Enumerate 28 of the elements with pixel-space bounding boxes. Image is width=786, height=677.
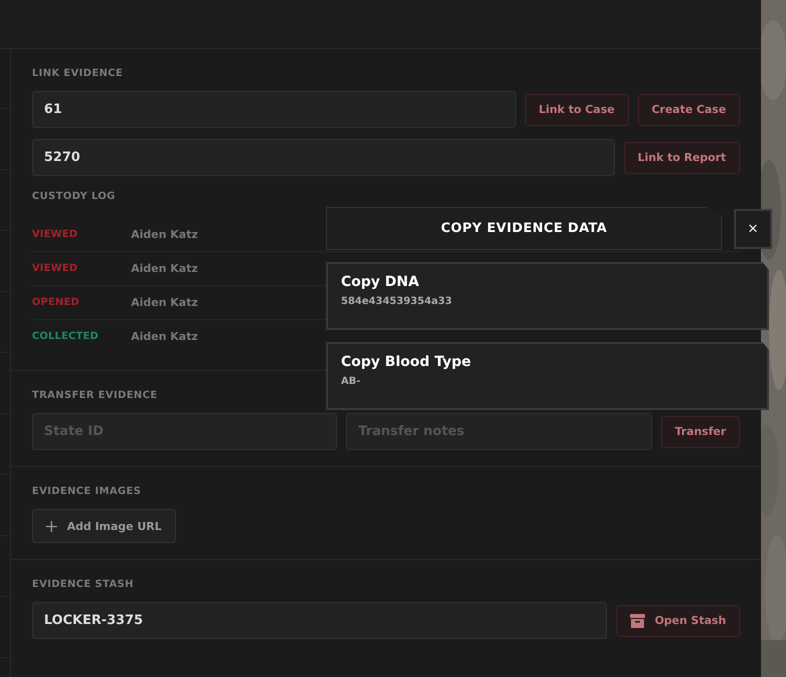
link-case-button[interactable]: Link to Case: [524, 94, 629, 126]
report-field[interactable]: 5270: [32, 139, 615, 176]
archive-box-icon: [630, 614, 645, 628]
plus-icon: [46, 520, 57, 532]
log-person: Aiden Katz: [130, 296, 198, 309]
close-button[interactable]: ×: [734, 208, 772, 248]
log-action: VIEWED: [32, 263, 79, 274]
section-heading: TRANSFER EVIDENCE: [32, 389, 158, 402]
section-heading: EVIDENCE STASH: [32, 578, 134, 591]
section-heading: CUSTODY LOG: [32, 190, 116, 203]
transfer-button[interactable]: Transfer: [660, 416, 740, 448]
case-field[interactable]: 61: [32, 91, 516, 128]
create-case-button[interactable]: Create Case: [638, 94, 740, 126]
log-action: VIEWED: [32, 229, 79, 240]
log-person: Aiden Katz: [130, 262, 198, 275]
open-stash-button[interactable]: Open Stash: [616, 604, 740, 636]
copy-option[interactable]: Copy Blood Type AB-: [326, 342, 769, 410]
stash-field[interactable]: LOCKER-3375: [32, 602, 607, 639]
copy-option[interactable]: Copy DNA 584e434539354a33: [326, 262, 769, 330]
add-image-button[interactable]: Add Image URL: [32, 509, 176, 543]
log-person: Aiden Katz: [130, 330, 198, 343]
log-action: COLLECTED: [32, 331, 100, 342]
popup-title: COPY EVIDENCE DATA: [326, 207, 722, 250]
log-action: OPENED: [32, 297, 80, 308]
section-heading: LINK EVIDENCE: [32, 67, 123, 80]
log-person: Aiden Katz: [130, 228, 198, 241]
section-heading: EVIDENCE IMAGES: [32, 485, 142, 498]
link-report-button[interactable]: Link to Report: [624, 142, 740, 174]
